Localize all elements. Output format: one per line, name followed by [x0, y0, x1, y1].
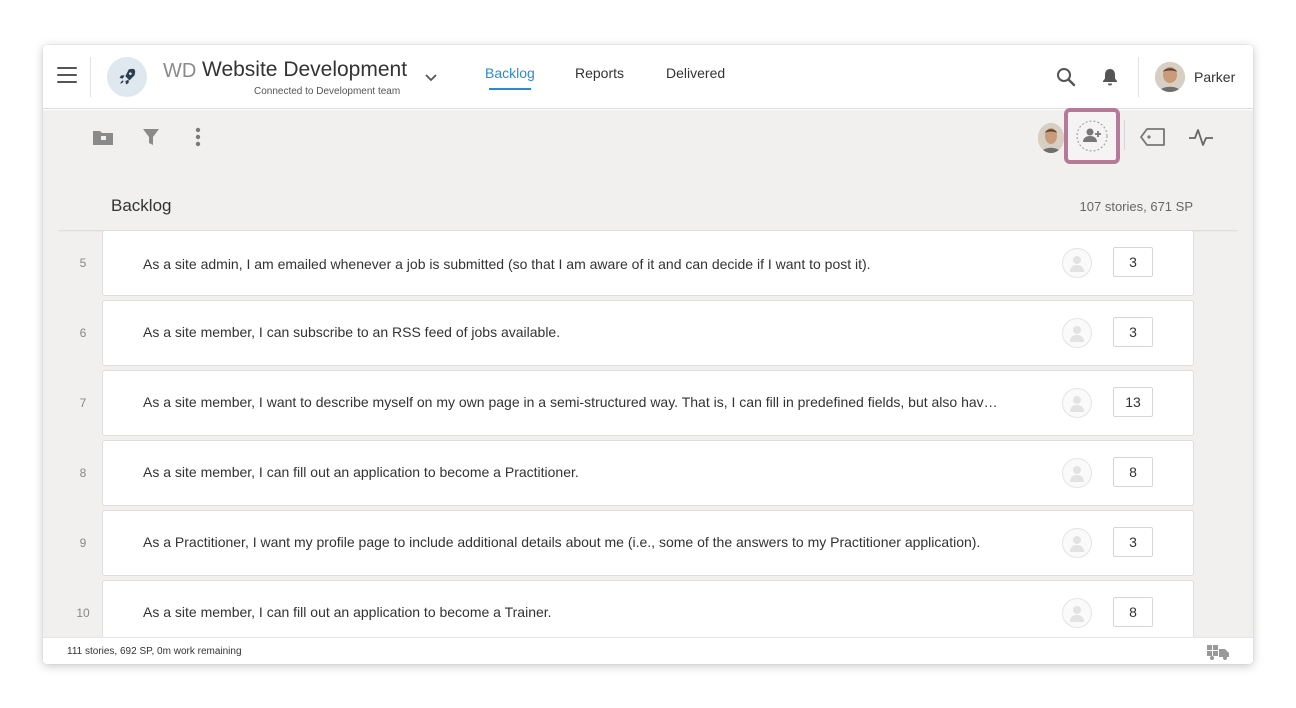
more-options-button[interactable] — [191, 126, 205, 148]
story-points[interactable]: 3 — [1113, 247, 1153, 277]
user-placeholder-icon — [1070, 326, 1084, 342]
story-row[interactable]: As a site member, I can subscribe to an … — [102, 300, 1194, 366]
menu-icon[interactable] — [57, 67, 77, 85]
tab-delivered[interactable]: Delivered — [666, 65, 725, 81]
top-bar: WD Website Development Connected to Deve… — [43, 45, 1253, 109]
story-points[interactable]: 8 — [1113, 597, 1153, 627]
story-number: 8 — [79, 466, 87, 480]
rocket-icon — [119, 68, 136, 85]
story-row[interactable]: As a site admin, I am emailed whenever a… — [102, 230, 1194, 296]
story-points[interactable]: 3 — [1113, 317, 1153, 347]
user-name[interactable]: Parker — [1194, 69, 1235, 85]
project-abbreviation: WD — [163, 60, 197, 82]
user-placeholder-icon — [1070, 466, 1084, 482]
project-name[interactable]: Website Development — [202, 58, 407, 82]
story-text: As a site member, I can subscribe to an … — [143, 324, 561, 340]
search-icon — [1057, 68, 1076, 87]
story-row[interactable]: As a site member, I want to describe mys… — [102, 370, 1194, 436]
filter-icon — [143, 129, 159, 145]
bell-icon — [1103, 69, 1117, 86]
tab-backlog[interactable]: Backlog — [485, 65, 535, 81]
app-window: WD Website Development Connected to Deve… — [43, 45, 1253, 664]
tab-reports[interactable]: Reports — [575, 65, 624, 81]
backlog-panel: Backlog 107 stories, 671 SP 5 As a site … — [43, 108, 1253, 646]
backlog-summary: 107 stories, 671 SP — [1079, 199, 1193, 214]
activity-icon — [1189, 129, 1213, 146]
tag-button[interactable] — [1140, 125, 1166, 149]
story-assignee[interactable] — [1062, 248, 1092, 278]
divider — [1124, 120, 1125, 150]
divider — [1138, 57, 1139, 97]
user-placeholder-icon — [1070, 256, 1084, 272]
assignee-avatar[interactable] — [1038, 123, 1064, 153]
assign-user-icon — [1076, 120, 1108, 152]
user-placeholder-icon — [1070, 396, 1084, 412]
tag-icon — [1140, 128, 1165, 146]
story-text: As a site member, I can fill out an appl… — [143, 604, 552, 620]
story-assignee[interactable] — [1062, 598, 1092, 628]
story-points[interactable]: 3 — [1113, 527, 1153, 557]
chevron-down-icon[interactable] — [423, 69, 439, 85]
user-photo-icon — [1155, 62, 1185, 92]
story-number: 5 — [79, 256, 87, 270]
story-text: As a site member, I can fill out an appl… — [143, 464, 579, 480]
user-placeholder-icon — [1070, 536, 1084, 552]
story-points[interactable]: 8 — [1113, 457, 1153, 487]
user-placeholder-icon — [1070, 606, 1084, 622]
folder-button[interactable] — [92, 126, 114, 148]
truck-icon — [1207, 645, 1229, 660]
filter-button[interactable] — [141, 126, 161, 148]
story-assignee[interactable] — [1062, 388, 1092, 418]
search-button[interactable] — [1055, 66, 1077, 88]
story-text: As a site member, I want to describe mys… — [143, 394, 998, 410]
story-row[interactable]: As a site member, I can fill out an appl… — [102, 440, 1194, 506]
more-vertical-icon — [195, 127, 201, 147]
user-photo-icon — [1038, 123, 1064, 153]
tab-active-indicator — [489, 88, 531, 90]
story-text: As a site admin, I am emailed whenever a… — [143, 256, 871, 272]
project-logo[interactable] — [107, 57, 147, 97]
story-assignee[interactable] — [1062, 458, 1092, 488]
story-number: 9 — [79, 536, 87, 550]
story-text: As a Practitioner, I want my profile pag… — [143, 534, 981, 550]
status-text: 111 stories, 692 SP, 0m work remaining — [67, 646, 242, 657]
story-assignee[interactable] — [1062, 528, 1092, 558]
notifications-button[interactable] — [1099, 66, 1121, 88]
activity-button[interactable] — [1188, 125, 1214, 149]
folder-icon — [93, 131, 113, 145]
divider — [90, 57, 91, 97]
status-bar: 111 stories, 692 SP, 0m work remaining — [43, 637, 1253, 664]
story-number: 10 — [76, 606, 90, 620]
delivery-button[interactable] — [1206, 643, 1232, 664]
backlog-title: Backlog — [111, 196, 172, 215]
story-assignee[interactable] — [1062, 318, 1092, 348]
user-avatar[interactable] — [1155, 62, 1185, 92]
story-points[interactable]: 13 — [1113, 387, 1153, 417]
story-row[interactable]: As a Practitioner, I want my profile pag… — [102, 510, 1194, 576]
story-number: 6 — [79, 326, 87, 340]
assign-user-button[interactable] — [1064, 108, 1120, 164]
project-subtitle: Connected to Development team — [254, 86, 401, 97]
story-number: 7 — [79, 396, 87, 410]
